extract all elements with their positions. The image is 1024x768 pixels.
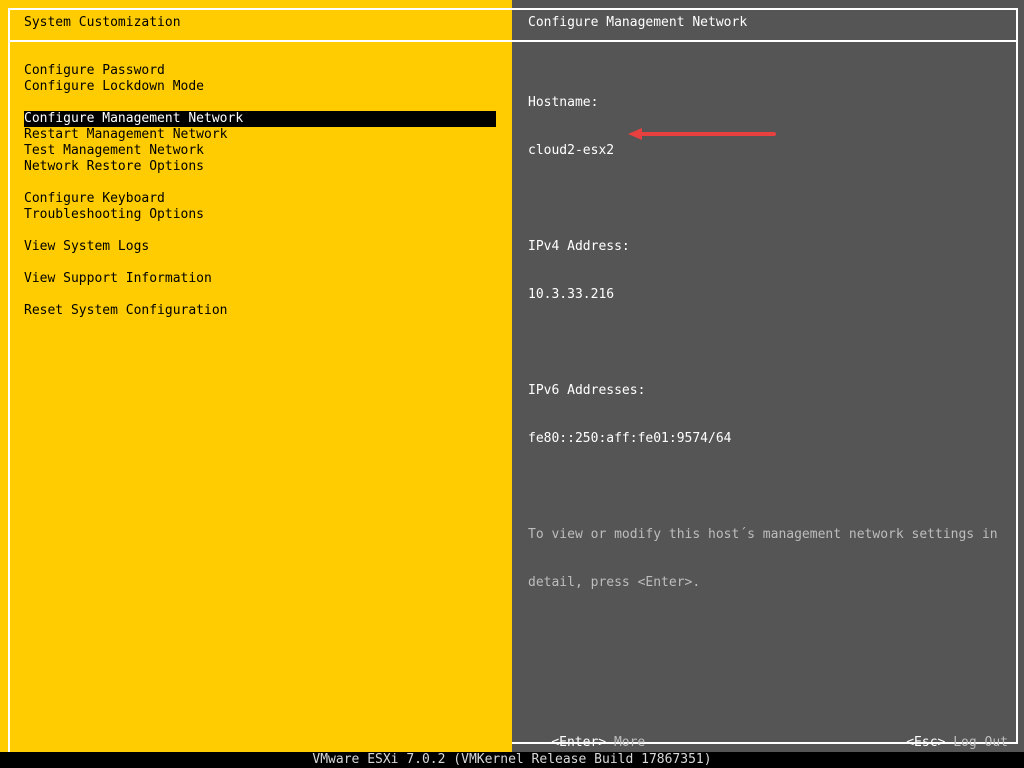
ipv6-value: fe80::250:aff:fe01:9574/64 (528, 431, 732, 446)
menu-item-network-restore-options[interactable]: Network Restore Options (24, 159, 496, 175)
menu-item-test-management-network[interactable]: Test Management Network (24, 143, 496, 159)
more-label: More (613, 735, 646, 750)
menu-item-configure-keyboard[interactable]: Configure Keyboard (24, 191, 496, 207)
logout-label: Log Out (953, 735, 1008, 750)
menu-item-configure-lockdown-mode[interactable]: Configure Lockdown Mode (24, 79, 496, 95)
panel-title: System Customization (24, 15, 181, 30)
hint-text-line2: detail, press <Enter>. (528, 575, 701, 590)
system-customization-panel: System Customization Configure Password C… (0, 0, 512, 754)
hostname-value: cloud2-esx2 (528, 143, 615, 158)
ipv6-label: IPv6 Addresses: (528, 383, 646, 398)
version-status-bar: VMware ESXi 7.0.2 (VMKernel Release Buil… (0, 752, 1024, 768)
menu-item-troubleshooting-options[interactable]: Troubleshooting Options (24, 207, 496, 223)
hostname-label: Hostname: (528, 95, 599, 110)
menu-item-view-support-information[interactable]: View Support Information (24, 271, 496, 287)
menu-item-restart-management-network[interactable]: Restart Management Network (24, 127, 496, 143)
menu-item-configure-management-network[interactable]: Configure Management Network (24, 111, 496, 127)
menu-item-configure-password[interactable]: Configure Password (24, 63, 496, 79)
ipv4-label: IPv4 Address: (528, 239, 630, 254)
details-panel: Configure Management Network Hostname: c… (512, 0, 1024, 752)
menu-item-view-system-logs[interactable]: View System Logs (24, 239, 496, 255)
customization-menu: Configure Password Configure Lockdown Mod… (24, 63, 496, 319)
details-title: Configure Management Network (528, 15, 748, 30)
network-info: Hostname: cloud2-esx2 IPv4 Address: 10.3… (528, 63, 998, 623)
menu-item-reset-system-configuration[interactable]: Reset System Configuration (24, 303, 496, 319)
right-title-divider (512, 40, 1018, 42)
left-title-divider (8, 40, 512, 42)
red-arrow-annotation-icon (628, 128, 776, 140)
ipv4-value: 10.3.33.216 (528, 287, 615, 302)
enter-key-label: <Enter> (551, 735, 607, 750)
hint-text-line1: To view or modify this host´s management… (528, 527, 998, 542)
arrow-head (628, 128, 642, 140)
esc-key-label: <Esc> (906, 735, 946, 750)
